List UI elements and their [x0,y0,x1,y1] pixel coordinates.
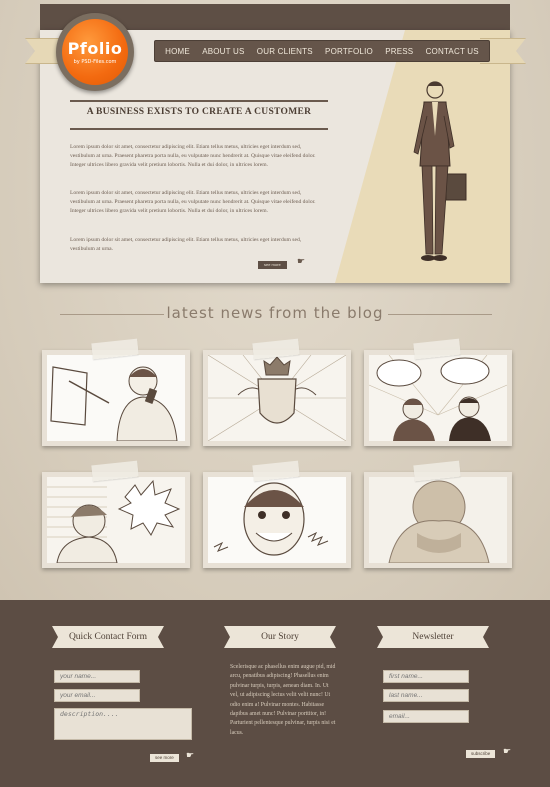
hero-paragraph: Lorem ipsum dolor sit amet, consectetur … [70,144,316,168]
vintage-businessman-illustration [413,81,467,261]
contact-name-input[interactable] [54,670,140,683]
smiling-man-illustration [208,477,346,563]
woman-on-phone-illustration [47,355,185,441]
blog-thumbnail[interactable] [42,460,190,568]
pointing-hand-icon: ☛ [297,256,306,266]
title-rule-bottom [70,128,328,130]
contact-email-input[interactable] [54,689,140,702]
newsletter-first-name-input[interactable] [383,670,469,683]
pointing-hand-icon: ☛ [503,746,512,756]
blog-rule-right [388,314,492,315]
logo[interactable]: Pfolio by PSD-Files.com [62,19,128,85]
nav-portfolio[interactable]: PORTFOLIO [325,47,373,56]
hero-paragraph: Lorem ipsum dolor sit amet, consectetur … [70,237,302,252]
see-more-button[interactable]: see more [258,261,287,269]
nav-contact-us[interactable]: CONTACT US [426,47,479,56]
contact-see-more-button[interactable]: see more [150,754,179,762]
couple-speech-bubbles-illustration [369,355,507,441]
nav-our-clients[interactable]: OUR CLIENTS [257,47,313,56]
blog-heading: latest news from the blog [166,304,384,322]
woman-shouting-illustration [47,477,185,563]
blog-thumbnail[interactable] [364,460,512,568]
subscribe-button[interactable]: subscribe [466,750,496,758]
newsletter-title: Newsletter [377,626,489,648]
our-story-title: Our Story [224,626,336,648]
logo-tagline: by PSD-Files.com [73,59,117,65]
newsletter-last-name-input[interactable] [383,689,469,702]
main-nav: HOME ABOUT US OUR CLIENTS PORTFOLIO PRES… [154,40,490,62]
nav-home[interactable]: HOME [165,47,190,56]
blog-thumbnail[interactable] [203,338,351,446]
crest-shield-illustration [208,355,346,441]
pointing-finger-illustration [369,477,507,563]
contact-description-input[interactable] [54,708,192,740]
pointing-hand-icon: ☛ [186,750,195,760]
quick-contact-title: Quick Contact Form [52,626,164,648]
newsletter-email-input[interactable] [383,710,469,723]
title-rule-top [70,100,328,102]
blog-thumbnail[interactable] [203,460,351,568]
hero-paragraph: Lorem ipsum dolor sit amet, consectetur … [70,190,316,214]
blog-thumbnail[interactable] [42,338,190,446]
nav-about-us[interactable]: ABOUT US [202,47,244,56]
nav-press[interactable]: PRESS [385,47,413,56]
our-story-text: Scelerisque ac phasellus enim augue pid,… [230,664,336,736]
hero-title: A BUSINESS EXISTS TO CREATE A CUSTOMER [86,107,312,117]
logo-name: Pfolio [67,39,123,58]
blog-thumbnail[interactable] [364,338,512,446]
